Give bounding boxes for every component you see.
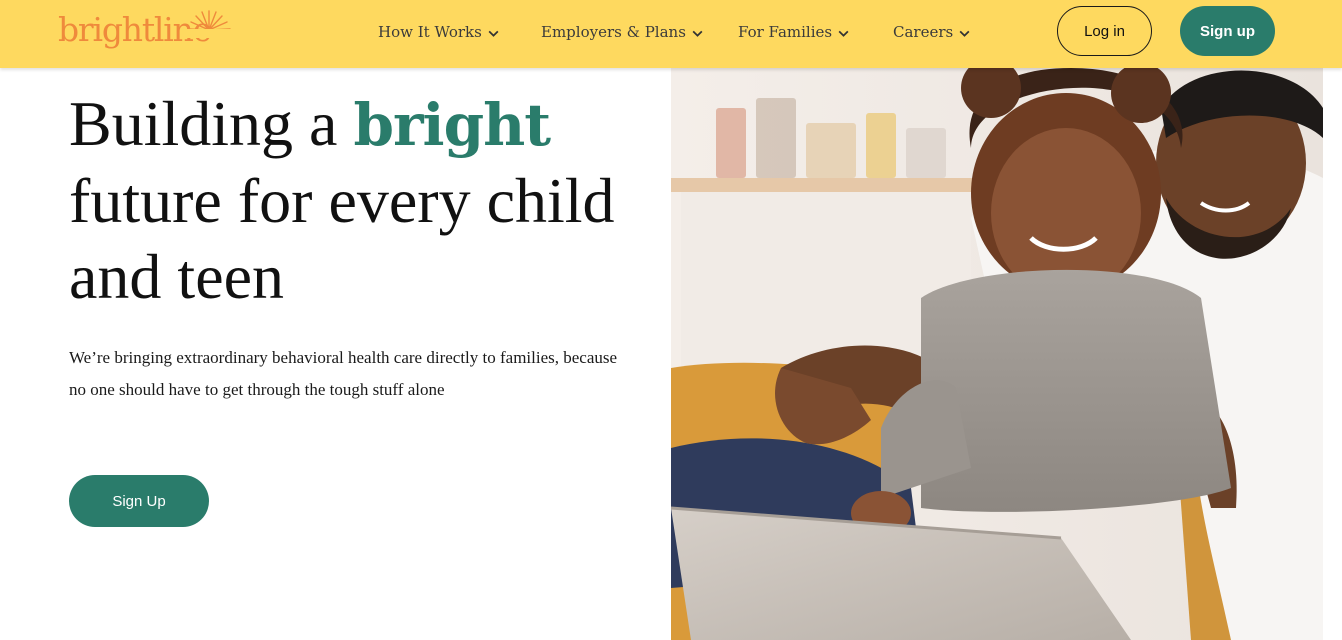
- hero-title-accent: bright: [353, 91, 551, 159]
- brightline-logo[interactable]: brightline: [58, 6, 238, 56]
- sun-icon: [186, 10, 232, 38]
- family-laptop-illustration: [671, 68, 1323, 640]
- nav-employers-plans-label: Employers & Plans: [541, 23, 686, 41]
- nav-careers-label: Careers: [893, 23, 954, 41]
- chevron-down-icon: [692, 30, 703, 37]
- site-header: brightline How It Works Employers & Plan…: [0, 0, 1342, 68]
- chevron-down-icon: [488, 30, 499, 37]
- hero-signup-button[interactable]: Sign Up: [69, 475, 209, 527]
- login-button[interactable]: Log in: [1057, 6, 1152, 56]
- hero-photo: [671, 68, 1323, 640]
- nav-how-it-works[interactable]: How It Works: [378, 19, 500, 45]
- chevron-down-icon: [838, 30, 849, 37]
- hero-title-part2: future for every child and teen: [69, 165, 615, 312]
- nav-how-it-works-label: How It Works: [378, 23, 482, 41]
- hero-description: We’re bringing extraordinary behavioral …: [69, 348, 618, 399]
- hero-title: Building a bright future for every child …: [69, 86, 629, 315]
- hero-title-part1: Building a: [69, 88, 354, 159]
- signup-button[interactable]: Sign up: [1180, 6, 1275, 56]
- chevron-down-icon: [959, 30, 970, 37]
- nav-for-families-label: For Families: [738, 23, 833, 41]
- nav-employers-plans[interactable]: Employers & Plans: [541, 19, 704, 45]
- nav-for-families[interactable]: For Families: [738, 19, 850, 45]
- nav-careers[interactable]: Careers: [893, 19, 971, 45]
